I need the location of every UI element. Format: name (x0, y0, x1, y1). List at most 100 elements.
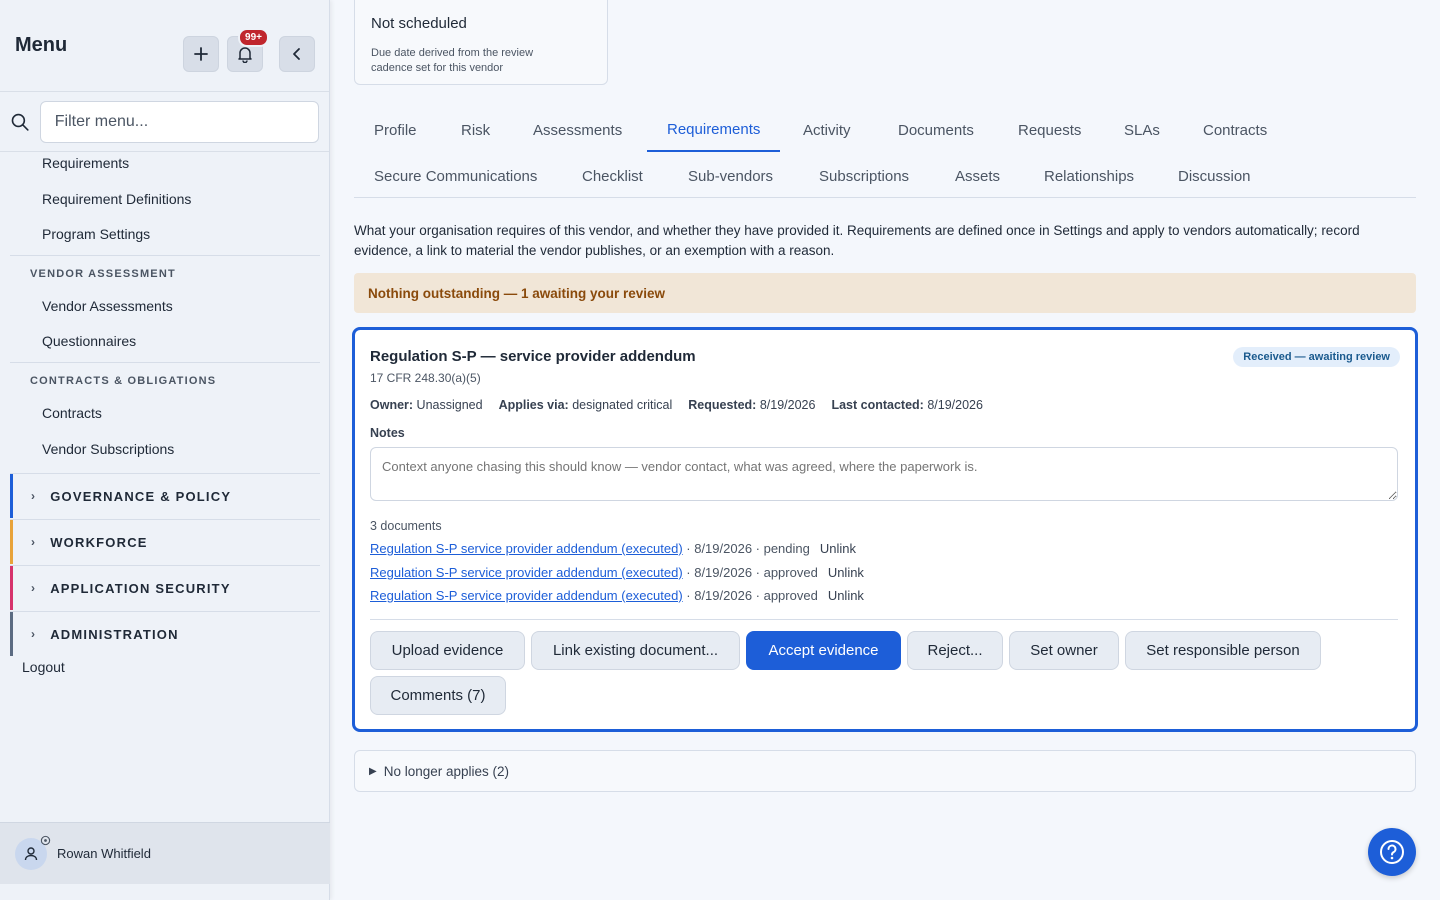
gear-icon (40, 835, 51, 845)
link-document-button[interactable]: Link existing document... (531, 631, 740, 670)
requirements-description: What your organisation requires of this … (354, 223, 1360, 258)
avatar (15, 835, 51, 870)
reject-button[interactable]: Reject... (907, 631, 1003, 670)
sidebar-item-vendor-assessments[interactable]: Vendor Assessments (42, 298, 173, 314)
tab-activity[interactable]: Activity (783, 108, 871, 152)
chevron-left-icon (293, 48, 300, 60)
tab-requirements[interactable]: Requirements (647, 108, 781, 152)
accept-evidence-button[interactable]: Accept evidence (746, 631, 901, 670)
tab-checklist[interactable]: Checklist (562, 154, 663, 198)
group-label: APPLICATION SECURITY (50, 580, 231, 596)
tab-discussion[interactable]: Discussion (1158, 154, 1271, 198)
upload-evidence-button[interactable]: Upload evidence (370, 631, 525, 670)
document-meta: · 8/19/2026 · pending (682, 541, 810, 556)
schedule-subtitle: Due date derived from the review cadence… (371, 47, 534, 74)
logout-link[interactable]: Logout (22, 659, 65, 675)
plus-icon (194, 47, 208, 61)
status-badge: Received — awaiting review (1233, 347, 1400, 367)
unlink-button[interactable]: Unlink (828, 565, 864, 580)
requested-meta: Requested: 8/19/2026 (688, 398, 816, 412)
sidebar-group-governance[interactable]: › GOVERNANCE & POLICY (10, 474, 320, 518)
tab-requests[interactable]: Requests (998, 108, 1101, 152)
no-longer-applies-label: No longer applies (2) (383, 763, 510, 779)
notifications-button[interactable]: 99+ (227, 28, 269, 72)
sidebar-item-questionnaires[interactable]: Questionnaires (42, 333, 136, 349)
sidebar-item-requirements[interactable]: Requirements (42, 155, 129, 171)
unlink-button[interactable]: Unlink (820, 541, 856, 556)
tab-risk[interactable]: Risk (441, 108, 510, 152)
sidebar-group-workforce[interactable]: › WORKFORCE (10, 520, 320, 564)
set-responsible-person-button[interactable]: Set responsible person (1125, 631, 1321, 670)
sidebar: Menu 99+ Requirements Requirement Defini… (0, 0, 330, 900)
chevron-right-icon: › (31, 581, 37, 595)
document-meta: · 8/19/2026 · approved (682, 565, 818, 580)
filter-bar (0, 92, 329, 152)
search-icon (11, 113, 29, 131)
requirement-title: Regulation S-P — service provider addend… (370, 348, 696, 365)
user-icon (24, 846, 38, 860)
no-longer-applies-toggle[interactable]: ▶ No longer applies (2) (354, 750, 1416, 792)
contacted-meta: Last contacted: 8/19/2026 (831, 398, 983, 412)
group-label: WORKFORCE (50, 534, 148, 550)
section-contracts: CONTRACTS & OBLIGATIONS (30, 375, 217, 387)
user-footer[interactable]: Rowan Whitfield (0, 822, 330, 884)
notes-label: Notes (370, 426, 405, 440)
sidebar-item-program-settings[interactable]: Program Settings (42, 226, 150, 242)
tab-sub-vendors[interactable]: Sub-vendors (668, 154, 793, 198)
bell-icon (238, 47, 252, 63)
help-button[interactable] (1368, 828, 1416, 876)
status-banner: Nothing outstanding — 1 awaiting your re… (354, 273, 1416, 313)
tab-documents[interactable]: Documents (878, 108, 994, 152)
document-row: Regulation S-P service provider addendum… (370, 588, 864, 603)
filter-menu-input[interactable] (39, 100, 319, 143)
tab-relationships[interactable]: Relationships (1024, 154, 1154, 198)
document-link[interactable]: Regulation S-P service provider addendum… (370, 541, 683, 556)
chevron-right-icon: › (31, 627, 37, 641)
schedule-title: Not scheduled (371, 15, 467, 32)
section-vendor-assessment: VENDOR ASSESSMENT (30, 268, 176, 280)
group-label: GOVERNANCE & POLICY (50, 488, 232, 504)
sidebar-header: Menu 99+ (0, 0, 329, 92)
document-meta: · 8/19/2026 · approved (682, 588, 818, 603)
set-owner-button[interactable]: Set owner (1009, 631, 1119, 670)
notes-field[interactable] (370, 447, 1398, 501)
document-row: Regulation S-P service provider addendum… (370, 541, 856, 556)
sidebar-group-application-security[interactable]: › APPLICATION SECURITY (10, 566, 320, 610)
chevron-right-icon: › (31, 489, 37, 503)
owner-meta: Owner: Unassigned (370, 398, 483, 412)
document-link[interactable]: Regulation S-P service provider addendum… (370, 588, 683, 603)
help-icon (1380, 840, 1404, 864)
tab-subscriptions[interactable]: Subscriptions (799, 154, 929, 198)
document-link[interactable]: Regulation S-P service provider addendum… (370, 565, 683, 580)
chevron-right-icon: › (31, 535, 37, 549)
sidebar-title: Menu (15, 34, 68, 56)
tab-assessments[interactable]: Assessments (513, 108, 642, 152)
divider (10, 362, 320, 363)
sidebar-item-vendor-subscriptions[interactable]: Vendor Subscriptions (42, 441, 174, 457)
applies-meta: Applies via: designated critical (498, 398, 673, 412)
group-label: ADMINISTRATION (50, 626, 179, 642)
divider (370, 619, 1398, 620)
add-button[interactable] (183, 36, 219, 72)
unlink-button[interactable]: Unlink (828, 588, 864, 603)
tab-profile[interactable]: Profile (354, 108, 437, 152)
tab-assets[interactable]: Assets (935, 154, 1020, 198)
tab-slas[interactable]: SLAs (1104, 108, 1180, 152)
comments-button[interactable]: Comments (7) (370, 676, 506, 715)
notification-badge: 99+ (238, 28, 269, 47)
divider (10, 255, 320, 256)
sidebar-item-requirement-definitions[interactable]: Requirement Definitions (42, 191, 191, 207)
schedule-card: Not scheduled Due date derived from the … (354, 0, 608, 85)
tab-secure-communications[interactable]: Secure Communications (354, 154, 557, 198)
requirement-meta: Owner: Unassigned Applies via: designate… (370, 398, 983, 412)
document-count: 3 documents (370, 519, 442, 533)
sidebar-group-administration[interactable]: › ADMINISTRATION (10, 612, 320, 656)
sidebar-item-contracts[interactable]: Contracts (42, 405, 102, 421)
user-name: Rowan Whitfield (57, 846, 151, 861)
requirement-citation: 17 CFR 248.30(a)(5) (370, 371, 481, 385)
triangle-right-icon: ▶ (369, 765, 377, 777)
requirement-card: Regulation S-P — service provider addend… (352, 327, 1418, 732)
document-row: Regulation S-P service provider addendum… (370, 565, 864, 580)
tab-contracts[interactable]: Contracts (1183, 108, 1287, 152)
collapse-sidebar-button[interactable] (279, 36, 315, 72)
